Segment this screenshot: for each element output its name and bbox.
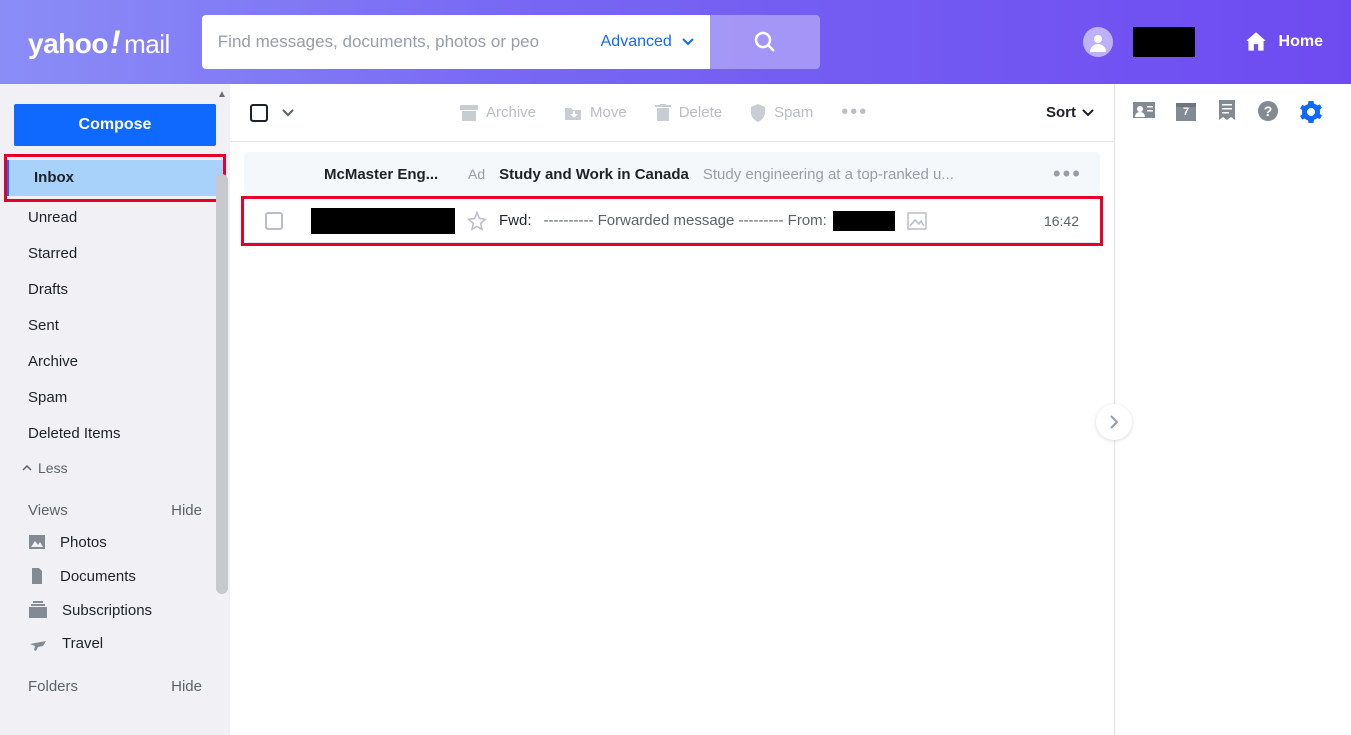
logo-exclaim: ! xyxy=(110,24,120,61)
chevron-up-icon xyxy=(22,465,32,471)
sender-redacted xyxy=(311,208,455,234)
ad-tag: Ad xyxy=(468,166,485,182)
spam-label: Spam xyxy=(774,104,813,121)
select-all-checkbox[interactable] xyxy=(250,104,268,122)
shield-icon xyxy=(750,104,766,122)
folders-hide[interactable]: Hide xyxy=(171,678,202,695)
email-row[interactable]: Fwd: ---------- Forwarded message ------… xyxy=(247,199,1097,243)
person-icon xyxy=(1088,32,1108,52)
delete-button[interactable]: Delete xyxy=(645,104,732,122)
home-label: Home xyxy=(1279,33,1323,51)
photos-icon xyxy=(28,533,46,551)
email-checkbox[interactable] xyxy=(265,212,283,230)
search-input[interactable] xyxy=(218,32,601,52)
views-header: Views Hide xyxy=(0,484,230,525)
subscriptions-icon xyxy=(28,601,48,619)
advanced-label: Advanced xyxy=(601,33,672,51)
documents-icon xyxy=(28,567,46,585)
view-photos-label: Photos xyxy=(60,534,107,551)
view-documents-label: Documents xyxy=(60,568,136,585)
archive-button[interactable]: Archive xyxy=(450,104,546,121)
email-subject: Fwd: xyxy=(499,212,532,229)
help-icon[interactable]: ? xyxy=(1257,100,1279,122)
archive-label: Archive xyxy=(486,104,536,121)
ad-source: McMaster Eng... xyxy=(324,166,454,183)
avatar[interactable] xyxy=(1083,27,1113,57)
spam-button[interactable]: Spam xyxy=(740,104,823,122)
contacts-icon[interactable] xyxy=(1133,100,1155,120)
from-redacted xyxy=(833,211,895,231)
search-button[interactable] xyxy=(710,15,820,69)
right-panel: 7 ? xyxy=(1115,84,1351,735)
sort-label: Sort xyxy=(1046,104,1076,121)
move-label: Move xyxy=(590,104,627,121)
more-actions-button[interactable]: ••• xyxy=(831,101,878,124)
chevron-right-icon xyxy=(1109,415,1119,429)
views-title: Views xyxy=(28,502,68,519)
preview-text: ---------- Forwarded message --------- F… xyxy=(544,212,827,229)
move-button[interactable]: Move xyxy=(554,104,637,121)
folder-drafts[interactable]: Drafts xyxy=(0,272,230,308)
view-subscriptions[interactable]: Subscriptions xyxy=(0,593,230,627)
travel-icon xyxy=(28,636,48,652)
folder-deleted[interactable]: Deleted Items xyxy=(0,416,230,452)
less-label: Less xyxy=(38,460,68,476)
home-icon xyxy=(1243,29,1269,55)
star-icon[interactable] xyxy=(467,211,487,231)
folder-sent[interactable]: Sent xyxy=(0,308,230,344)
folder-archive[interactable]: Archive xyxy=(0,344,230,380)
trash-icon xyxy=(655,104,671,122)
message-list-pane: Archive Move Delete Spam ••• Sort xyxy=(230,84,1115,735)
ad-more-icon[interactable]: ••• xyxy=(1053,161,1082,187)
logo-text-yahoo: yahoo xyxy=(28,28,108,60)
home-link[interactable]: Home xyxy=(1243,29,1323,55)
folders-header: Folders Hide xyxy=(0,660,230,701)
views-hide[interactable]: Hide xyxy=(171,502,202,519)
delete-label: Delete xyxy=(679,104,722,121)
compose-button[interactable]: Compose xyxy=(14,104,216,146)
settings-gear-icon[interactable] xyxy=(1299,100,1323,124)
folder-unread[interactable]: Unread xyxy=(0,200,230,236)
archive-icon xyxy=(460,105,478,121)
ad-description: Study engineering at a top-ranked u... xyxy=(703,166,1039,183)
search-box[interactable]: Advanced xyxy=(202,15,710,69)
header: yahoo!mail Advanced Home xyxy=(0,0,1351,84)
username-redacted xyxy=(1133,27,1195,57)
scroll-up-arrow[interactable]: ▲ xyxy=(214,86,230,102)
sort-button[interactable]: Sort xyxy=(1046,104,1094,121)
chevron-down-icon xyxy=(682,38,694,46)
move-icon xyxy=(564,105,582,121)
calendar-icon[interactable]: 7 xyxy=(1175,100,1197,122)
expand-right-panel[interactable] xyxy=(1096,404,1132,440)
list-toolbar: Archive Move Delete Spam ••• Sort xyxy=(230,84,1114,142)
logo-text-mail: mail xyxy=(124,29,170,60)
view-travel-label: Travel xyxy=(62,635,103,652)
search-icon xyxy=(753,30,777,54)
folders-title: Folders xyxy=(28,678,78,695)
view-travel[interactable]: Travel xyxy=(0,627,230,660)
sponsored-ad-row[interactable]: McMaster Eng... Ad Study and Work in Can… xyxy=(244,152,1100,196)
email-time: 16:42 xyxy=(1044,213,1079,229)
yahoo-mail-logo[interactable]: yahoo!mail xyxy=(28,24,170,61)
scrollbar-thumb[interactable] xyxy=(216,174,228,594)
calendar-day: 7 xyxy=(1175,106,1197,118)
svg-text:?: ? xyxy=(1264,103,1273,119)
folder-starred[interactable]: Starred xyxy=(0,236,230,272)
view-subscriptions-label: Subscriptions xyxy=(62,602,152,619)
sidebar: Compose Inbox Unread Starred Drafts Sent… xyxy=(0,84,230,735)
view-documents[interactable]: Documents xyxy=(0,559,230,593)
folder-inbox[interactable]: Inbox xyxy=(6,160,224,196)
advanced-search-toggle[interactable]: Advanced xyxy=(601,33,694,51)
notepad-icon[interactable] xyxy=(1217,100,1237,122)
chevron-down-icon xyxy=(1082,109,1094,117)
view-photos[interactable]: Photos xyxy=(0,525,230,559)
collapse-less[interactable]: Less xyxy=(0,452,230,484)
highlight-box-email: Fwd: ---------- Forwarded message ------… xyxy=(241,196,1103,246)
image-attachment-icon xyxy=(907,212,927,230)
search-bar: Advanced xyxy=(202,15,820,69)
folder-spam[interactable]: Spam xyxy=(0,380,230,416)
email-preview: ---------- Forwarded message --------- F… xyxy=(544,211,895,231)
chevron-down-icon[interactable] xyxy=(282,109,294,117)
ad-title: Study and Work in Canada xyxy=(499,166,689,183)
